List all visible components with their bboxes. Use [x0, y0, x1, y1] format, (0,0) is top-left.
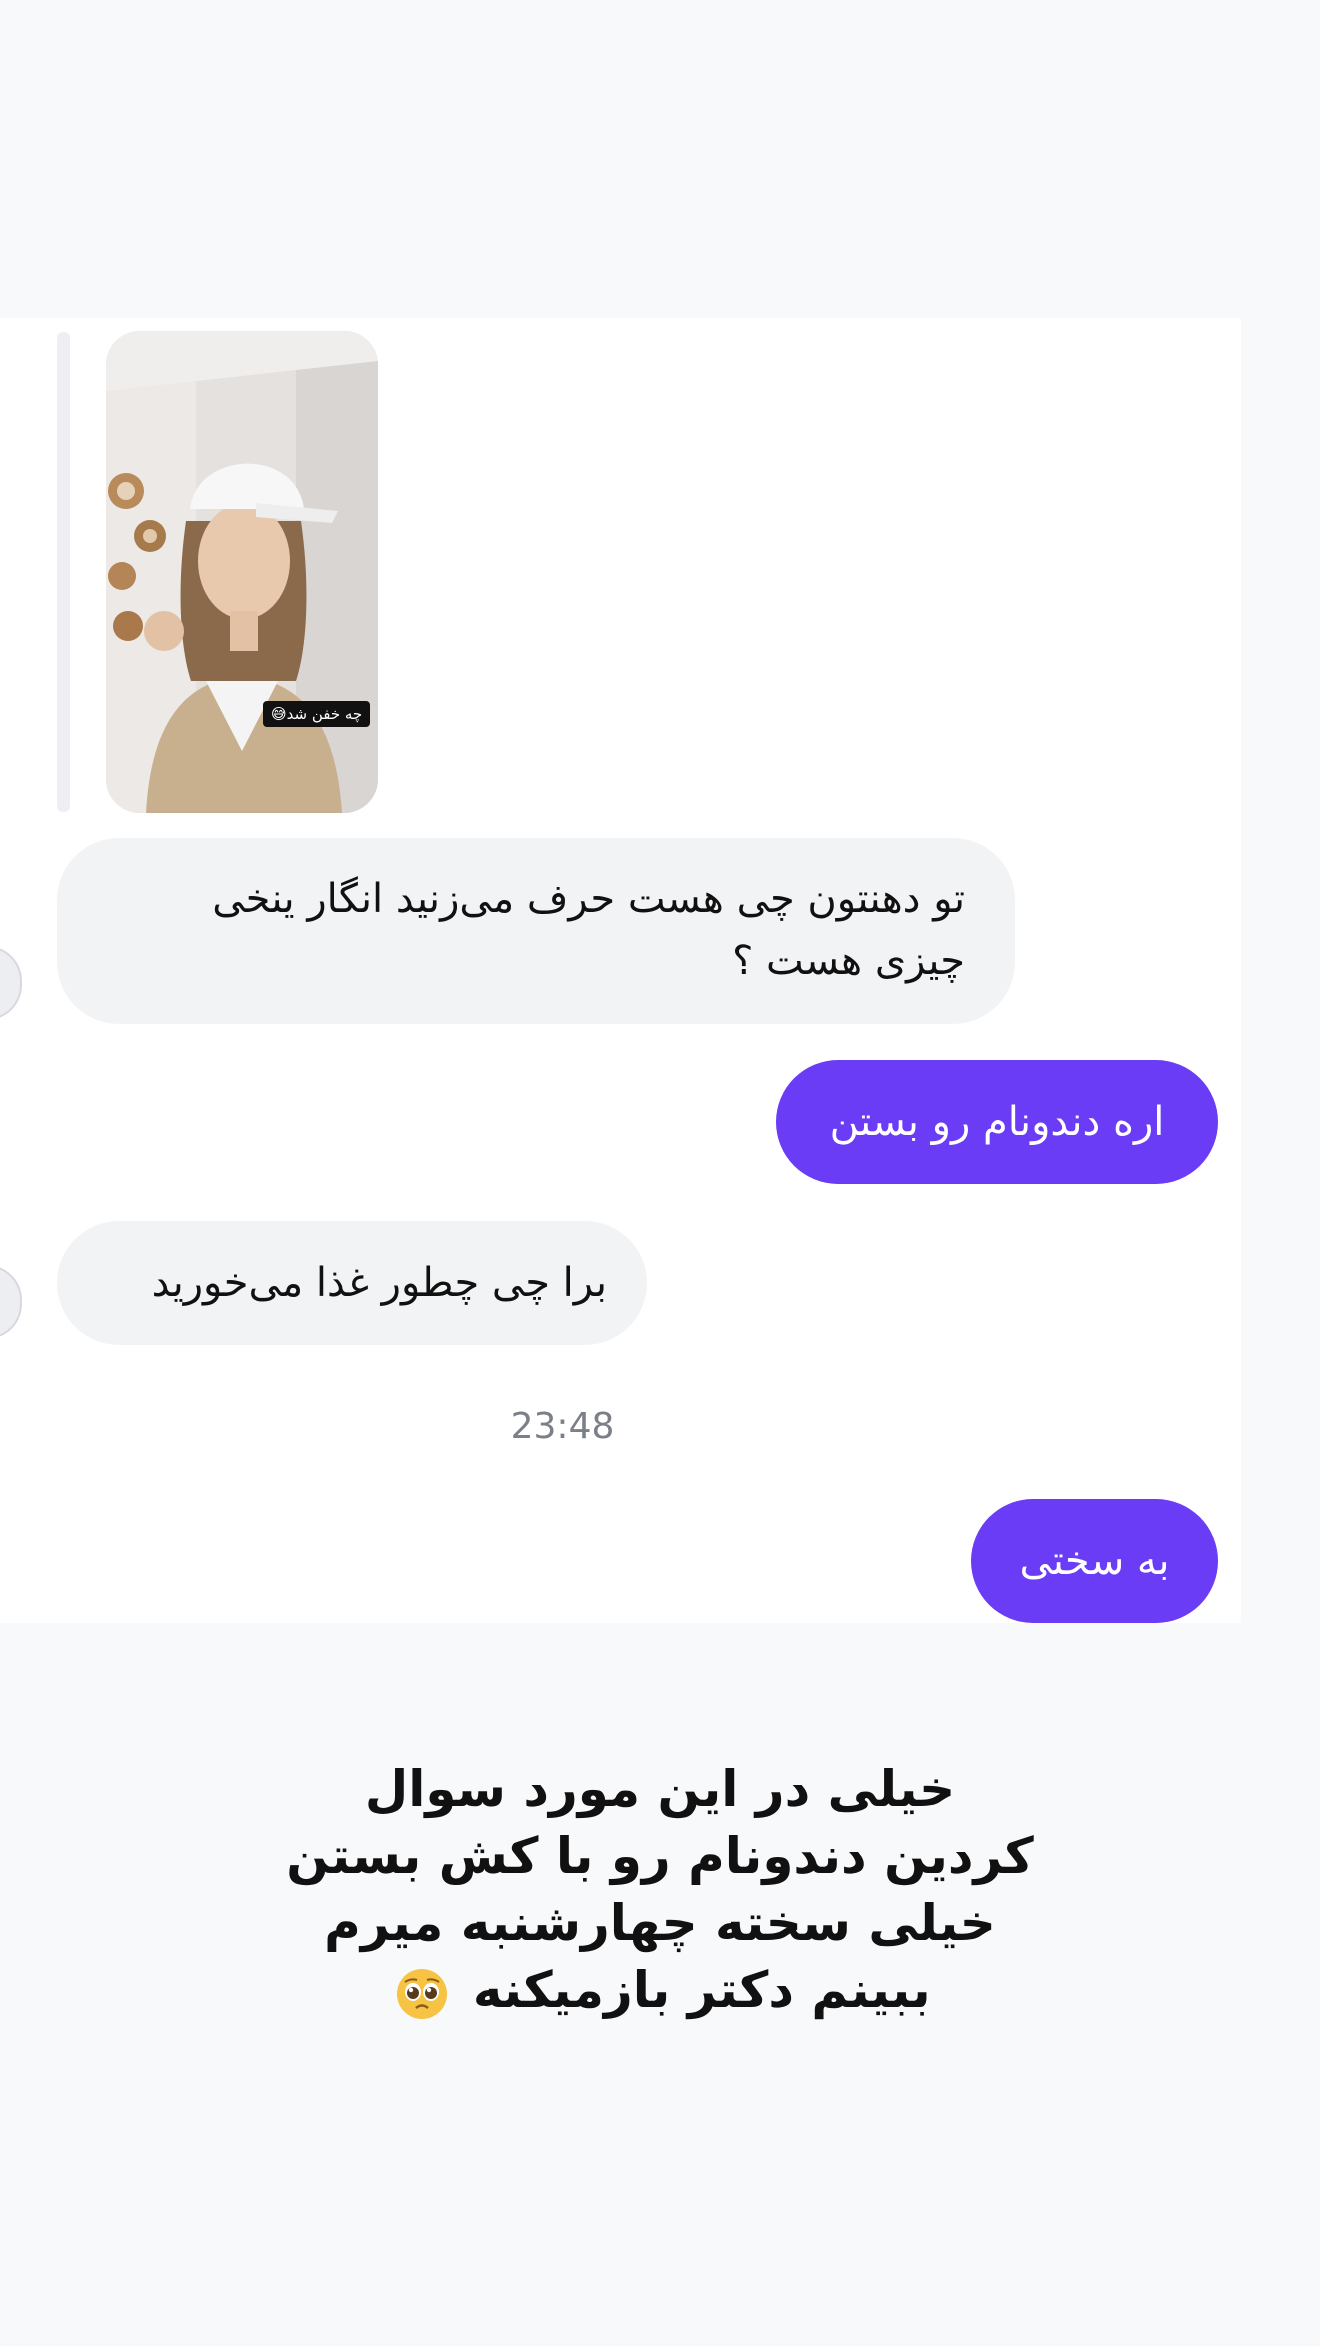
message-text: به سختی — [1019, 1538, 1170, 1584]
overlay-text-line: ببینم دکتر بازمیکنه — [472, 1961, 931, 2019]
message-text: برا چی چطور غذا می‌خورید — [151, 1260, 607, 1306]
message-incoming[interactable]: برا چی چطور غذا می‌خورید — [57, 1221, 647, 1345]
story-reply-thumbnail[interactable]: چه خفن شد😅 — [106, 331, 378, 813]
message-text-line: تو دهنتون چی هست حرف می‌زنید انگار ینخی — [212, 876, 965, 922]
message-outgoing[interactable]: به سختی — [971, 1499, 1218, 1623]
pleading-face-emoji — [397, 1968, 448, 2019]
message-timestamp: 23:48 — [510, 1406, 615, 1447]
message-outgoing[interactable]: اره دندونام رو بستن — [776, 1060, 1218, 1184]
story-reply-indicator — [57, 332, 70, 812]
message-text-line: چیزی هست ؟ — [732, 938, 965, 984]
overlay-text-line: کردین دندونام رو با کش بستن — [286, 1827, 1034, 1885]
story-photo — [106, 331, 378, 813]
story-overlay-text: خیلی در این مورد سوال کردین دندونام رو ب… — [200, 1756, 1120, 2024]
story-caption: چه خفن شد😅 — [263, 701, 371, 727]
message-text: اره دندونام رو بستن — [829, 1099, 1165, 1145]
overlay-text-line: خیلی سخته چهارشنبه میرم — [324, 1894, 996, 1952]
message-incoming[interactable]: تو دهنتون چی هست حرف می‌زنید انگار ینخی … — [57, 838, 1015, 1024]
overlay-text-line: خیلی در این مورد سوال — [364, 1760, 956, 1818]
